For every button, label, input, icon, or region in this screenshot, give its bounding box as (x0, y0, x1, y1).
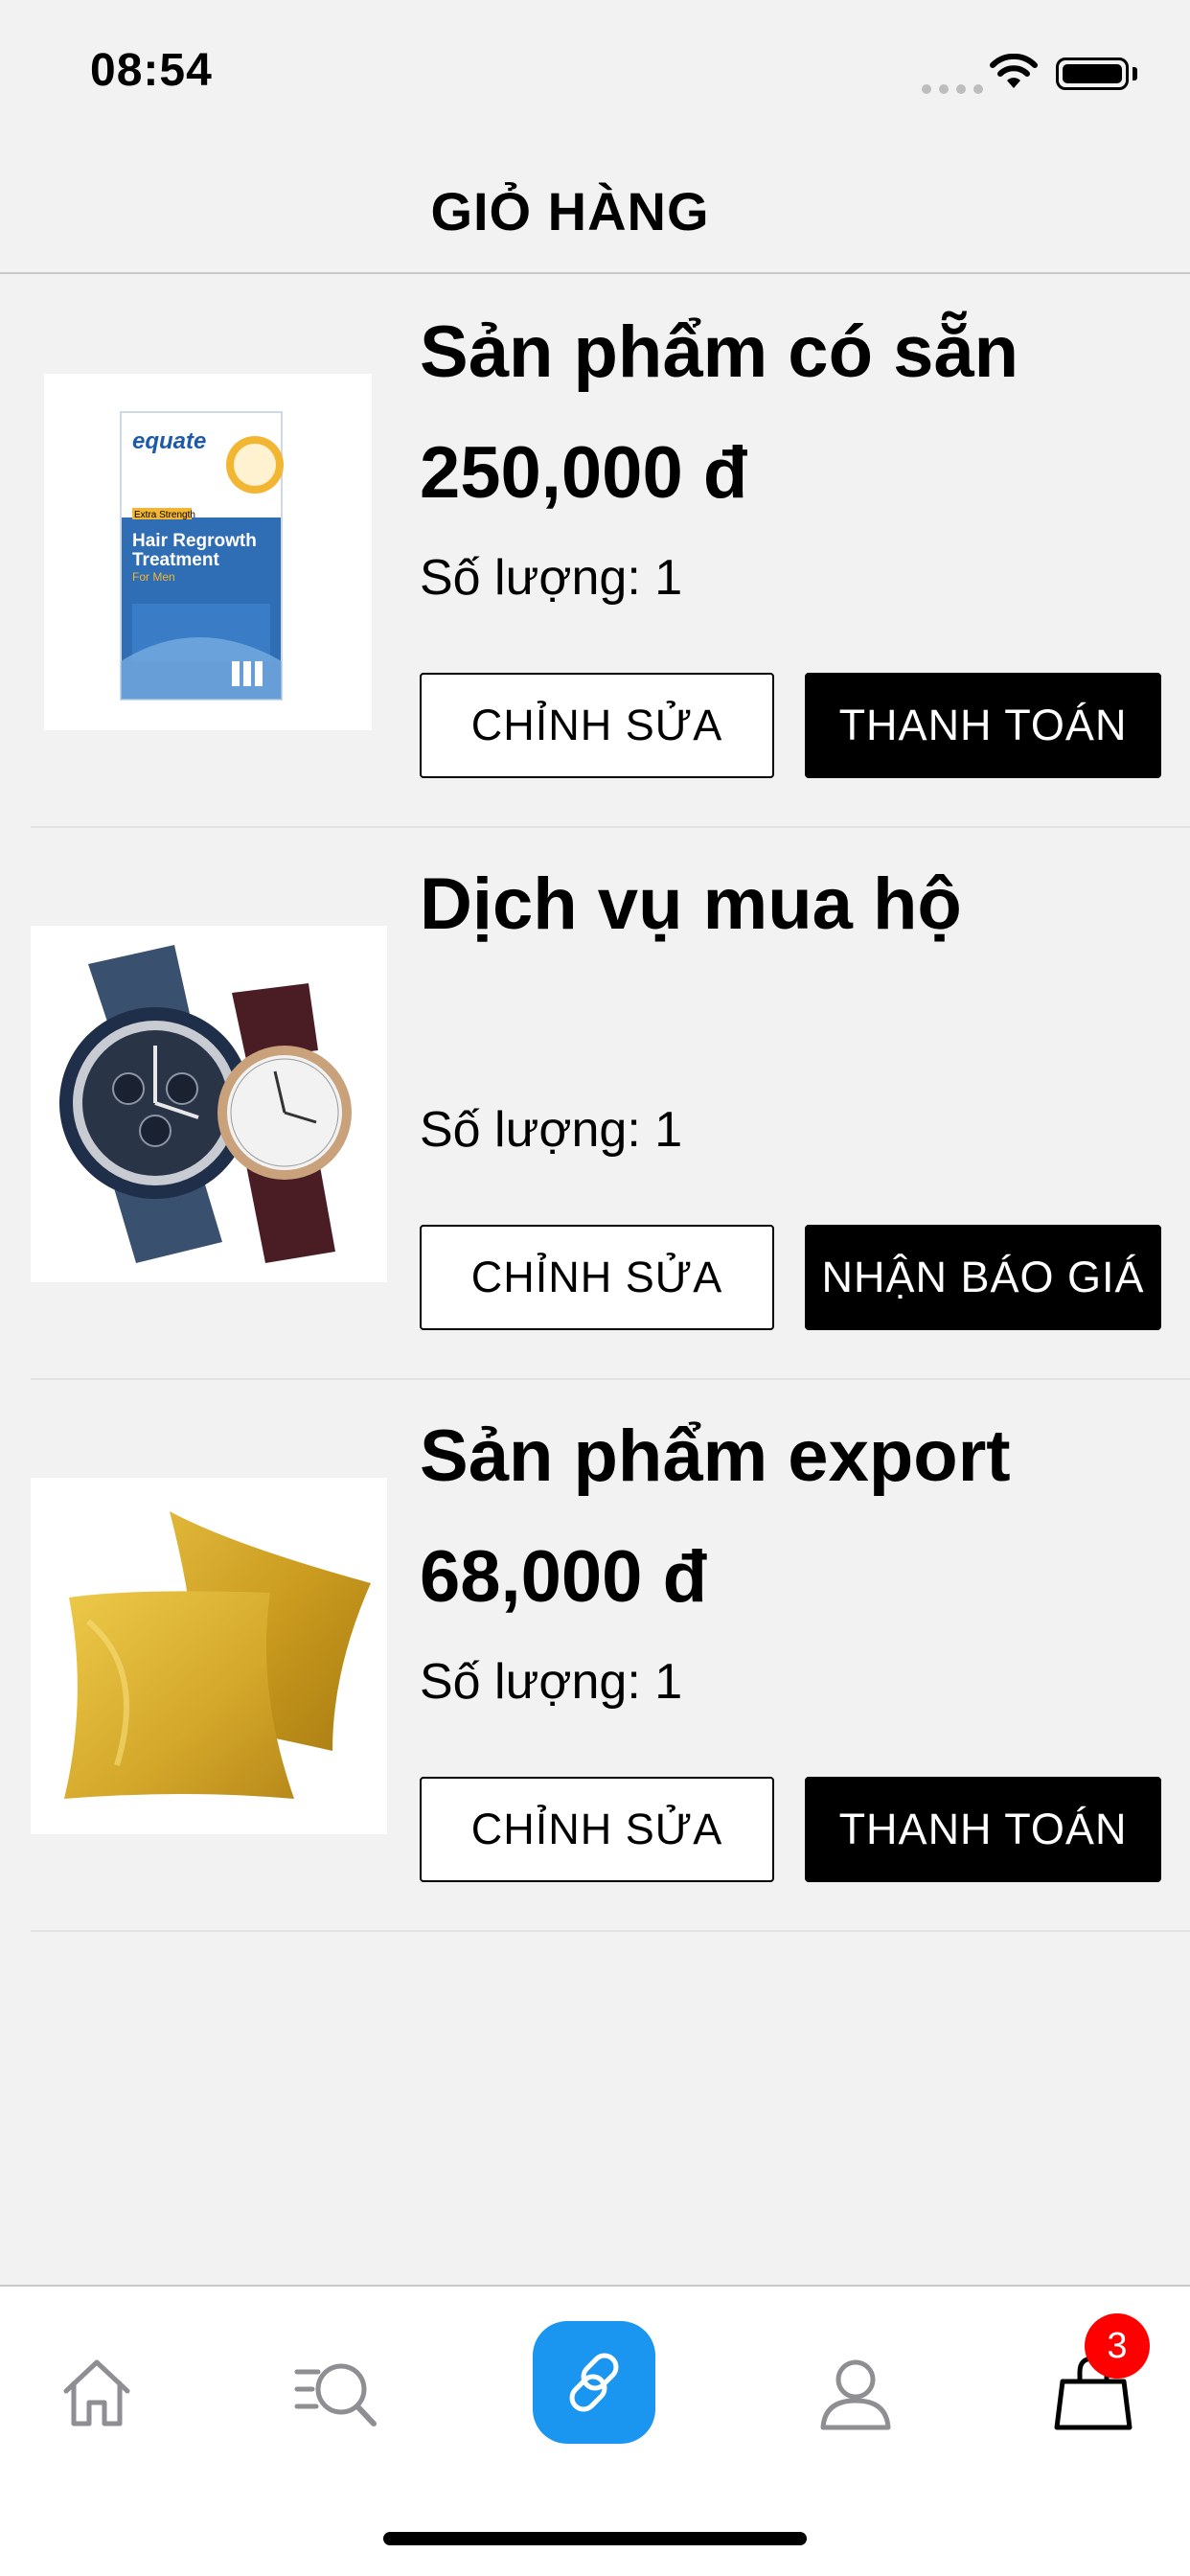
tab-link[interactable] (533, 2321, 655, 2444)
item-price: 68,000 đ (420, 1536, 707, 1618)
item-quantity: Số lượng: 1 (420, 1654, 683, 1710)
battery-tip (1133, 67, 1137, 80)
user-icon (820, 2359, 891, 2430)
edit-button[interactable]: CHỈNH SỬA (420, 1777, 774, 1882)
item-quantity: Số lượng: 1 (420, 550, 683, 606)
battery-icon (1056, 58, 1129, 90)
search-list-icon (294, 2363, 377, 2426)
item-name[interactable]: Sản phẩm có sẵn (420, 310, 1018, 394)
item-quantity: Số lượng: 1 (420, 1102, 683, 1158)
wifi-icon (990, 54, 1038, 88)
svg-text:Treatment: Treatment (132, 550, 219, 570)
header: GIỎ HÀNG (0, 144, 1190, 274)
status-bar: 08:54 (0, 0, 1190, 144)
svg-text:Hair Regrowth: Hair Regrowth (132, 531, 257, 551)
cart-item: Sản phẩm export 68,000 đ Số lượng: 1 CHỈ… (31, 1380, 1190, 1932)
home-indicator (383, 2532, 807, 2545)
svg-text:Extra Strength: Extra Strength (134, 510, 195, 520)
cellular-signal-icon (922, 84, 983, 94)
product-image-watches[interactable] (31, 926, 387, 1282)
link-icon (569, 2353, 619, 2412)
get-quote-button[interactable]: NHẬN BÁO GIÁ (805, 1225, 1161, 1330)
item-name[interactable]: Dịch vụ mua hộ (420, 862, 962, 946)
tab-search[interactable] (284, 2340, 389, 2446)
watches-image (59, 945, 352, 1263)
edit-button[interactable]: CHỈNH SỬA (420, 1225, 774, 1330)
item-price: 250,000 đ (420, 432, 748, 514)
checkout-button[interactable]: THANH TOÁN (805, 1777, 1161, 1882)
page-title: GIỎ HÀNG (430, 181, 710, 242)
home-icon (63, 2359, 130, 2426)
svg-text:equate: equate (132, 428, 206, 454)
cart-badge: 3 (1085, 2313, 1150, 2379)
product-image-hair-treatment[interactable]: equate Extra Strength Hair Regrowth Trea… (44, 374, 372, 730)
status-time: 08:54 (90, 45, 213, 96)
item-name[interactable]: Sản phẩm export (420, 1414, 1011, 1498)
pillows-image (64, 1511, 371, 1799)
product-image-pillows[interactable] (31, 1478, 387, 1834)
cart-item: Dịch vụ mua hộ Số lượng: 1 CHỈNH SỬA NHẬ… (31, 828, 1190, 1380)
checkout-button[interactable]: THANH TOÁN (805, 673, 1161, 778)
tab-home[interactable] (44, 2340, 149, 2446)
svg-text:For Men: For Men (132, 570, 175, 584)
cart-item: equate Extra Strength Hair Regrowth Trea… (31, 276, 1190, 828)
edit-button[interactable]: CHỈNH SỬA (420, 673, 774, 778)
hair-treatment-box-image: equate Extra Strength Hair Regrowth Trea… (120, 411, 284, 701)
tab-account[interactable] (803, 2340, 908, 2446)
